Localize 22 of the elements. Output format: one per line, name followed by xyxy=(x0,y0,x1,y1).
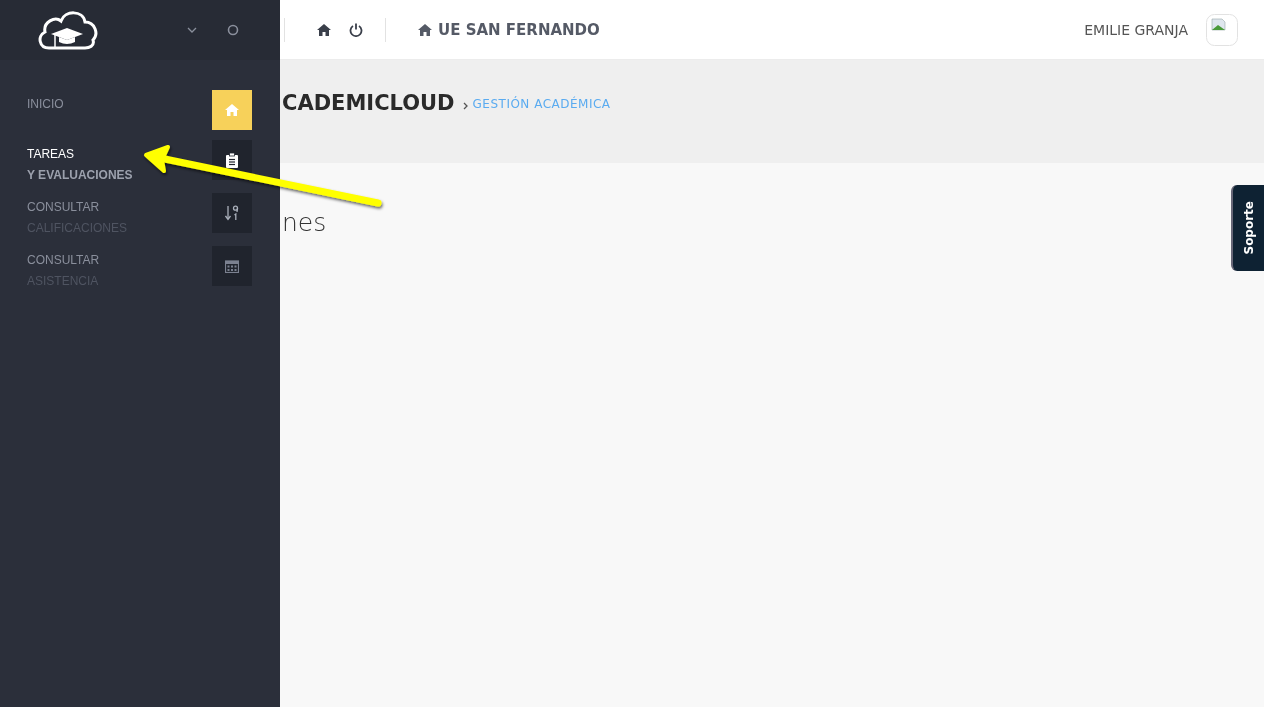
school-name: UE SAN FERNANDO xyxy=(438,20,600,39)
sort-descending-icon xyxy=(225,205,239,221)
menu-item-label[interactable]: CONSULTAR xyxy=(27,200,212,215)
circle-icon[interactable] xyxy=(227,24,239,36)
support-tab[interactable]: Soporte xyxy=(1231,185,1264,271)
home-icon[interactable] xyxy=(317,23,331,36)
calendar-icon xyxy=(225,259,239,273)
chevron-right-icon xyxy=(462,102,468,110)
clipboard-icon xyxy=(226,152,238,168)
chevron-down-icon[interactable] xyxy=(187,27,197,33)
menu-item-label[interactable]: INICIO xyxy=(27,97,212,112)
section-heading: nes xyxy=(282,208,327,237)
broken-image-icon[interactable] xyxy=(1206,13,1238,46)
user-name[interactable]: EMILIE GRANJA xyxy=(1084,21,1188,38)
home-icon xyxy=(225,104,239,116)
menu-item-label[interactable]: Y EVALUACIONES xyxy=(27,168,212,183)
power-icon[interactable] xyxy=(349,22,363,37)
page-title: CADEMICLOUD xyxy=(282,91,455,115)
home-icon xyxy=(418,23,432,36)
menu-item-label[interactable]: CONSULTAR xyxy=(27,253,212,268)
breadcrumb-link[interactable]: GESTIÓN ACADÉMICA xyxy=(472,97,611,111)
menu-item-label[interactable]: TAREAS xyxy=(27,147,212,162)
